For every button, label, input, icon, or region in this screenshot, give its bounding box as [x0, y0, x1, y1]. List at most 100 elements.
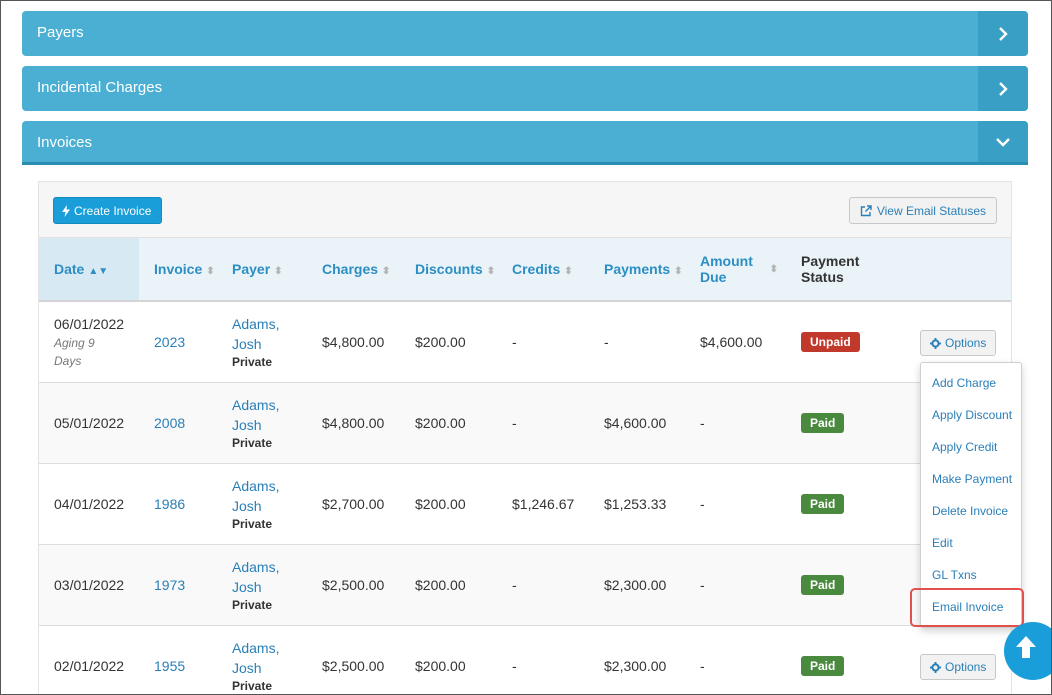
- payer-link-line2[interactable]: Josh: [232, 577, 307, 597]
- chevron-right-icon[interactable]: [978, 66, 1028, 111]
- table-row: 05/01/2022 2008 Adams, Josh Private $4,800…: [39, 382, 1011, 464]
- header-amount-due[interactable]: Amount Due ⬍: [685, 238, 786, 302]
- payer-link-line2[interactable]: Josh: [232, 496, 307, 516]
- cell-invoice: 1955: [139, 625, 217, 695]
- cell-date: 04/01/2022: [39, 463, 139, 545]
- date-value: 05/01/2022: [54, 414, 125, 431]
- table-row: 06/01/2022 Aging 9 Days 2023 Adams, Josh Pri…: [39, 301, 1011, 383]
- cell-date: 03/01/2022: [39, 544, 139, 626]
- chevron-down-icon[interactable]: [978, 121, 1028, 162]
- cell-status: Paid: [786, 625, 905, 695]
- cell-payments: $4,600.00: [589, 382, 685, 464]
- payer-link-line1[interactable]: Adams,: [232, 314, 307, 334]
- invoice-link[interactable]: 1955: [154, 658, 185, 674]
- header-charges-label: Charges: [322, 261, 379, 277]
- menu-item-apply-credit[interactable]: Apply Credit: [932, 440, 997, 454]
- cell-charges: $2,500.00: [307, 544, 400, 626]
- menu-item-make-payment[interactable]: Make Payment: [932, 472, 1012, 486]
- sort-icon: ▲▼: [88, 266, 109, 277]
- payer-type: Private: [232, 679, 273, 693]
- aging-line1: Aging 9: [54, 335, 95, 350]
- menu-item-edit[interactable]: Edit: [932, 536, 953, 550]
- payer-link-line1[interactable]: Adams,: [232, 638, 307, 658]
- invoices-container: Create Invoice View Email Statuses Date ▲…: [38, 181, 1012, 695]
- chevron-right-icon[interactable]: [978, 11, 1028, 56]
- options-label: Options: [945, 660, 987, 674]
- gear-icon: [930, 661, 941, 673]
- invoices-panel: Create Invoice View Email Statuses Date ▲…: [22, 165, 1028, 695]
- header-discounts[interactable]: Discounts ⬍: [400, 238, 497, 302]
- invoice-link[interactable]: 2023: [154, 334, 185, 350]
- cell-payments: $2,300.00: [589, 625, 685, 695]
- external-link-icon: [860, 204, 872, 216]
- cell-credits: -: [497, 382, 589, 464]
- cell-charges: $2,700.00: [307, 463, 400, 545]
- options-button[interactable]: Options: [920, 654, 997, 680]
- sort-icon: ⬍: [486, 266, 496, 277]
- header-charges[interactable]: Charges ⬍: [307, 238, 400, 302]
- cell-payer: Adams, Josh Private: [217, 544, 307, 626]
- cell-payer: Adams, Josh Private: [217, 382, 307, 464]
- cell-discounts: $200.00: [400, 382, 497, 464]
- header-date[interactable]: Date ▲▼: [39, 238, 139, 302]
- cell-invoice: 1973: [139, 544, 217, 626]
- invoice-link[interactable]: 2008: [154, 415, 185, 431]
- sort-icon: ⬍: [206, 266, 215, 277]
- menu-item-add-charge[interactable]: Add Charge: [932, 376, 996, 390]
- cell-date: 05/01/2022: [39, 382, 139, 464]
- invoice-link[interactable]: 1973: [154, 577, 185, 593]
- invoices-accordion-header[interactable]: Invoices: [22, 121, 1028, 165]
- header-credits[interactable]: Credits ⬍: [497, 238, 589, 302]
- date-value: 04/01/2022: [54, 495, 125, 512]
- header-amount-due-line2: Due: [700, 269, 727, 285]
- create-invoice-button[interactable]: Create Invoice: [53, 197, 163, 224]
- payer-link-line2[interactable]: Josh: [232, 415, 307, 435]
- invoices-title: Invoices: [37, 134, 93, 151]
- header-payment-status: Payment Status: [786, 238, 905, 302]
- view-email-statuses-button[interactable]: View Email Statuses: [848, 197, 997, 224]
- menu-item-apply-discount[interactable]: Apply Discount: [932, 408, 1012, 422]
- payer-type: Private: [232, 355, 273, 370]
- payer-link-line2[interactable]: Josh: [232, 658, 307, 678]
- invoice-link[interactable]: 1986: [154, 496, 185, 512]
- cell-date: 06/01/2022 Aging 9 Days: [39, 301, 139, 383]
- arrow-up-icon: [1016, 636, 1036, 658]
- payers-accordion-header[interactable]: Payers: [22, 11, 1028, 56]
- cell-charges: $2,500.00: [307, 625, 400, 695]
- cell-discounts: $200.00: [400, 463, 497, 545]
- sort-icon: ⬍: [674, 266, 683, 277]
- cell-payer: Adams, Josh Private: [217, 463, 307, 545]
- header-payments[interactable]: Payments ⬍: [589, 238, 685, 302]
- cell-payments: $2,300.00: [589, 544, 685, 626]
- cell-payer: Adams, Josh Private: [217, 625, 307, 695]
- cell-credits: -: [497, 544, 589, 626]
- table-row: 03/01/2022 1973 Adams, Josh Private $2,500…: [39, 544, 1011, 626]
- header-payer[interactable]: Payer ⬍: [217, 238, 307, 302]
- payer-link-line1[interactable]: Adams,: [232, 395, 307, 415]
- cell-credits: -: [497, 301, 589, 383]
- header-payer-label: Payer: [232, 261, 271, 277]
- payer-link-line1[interactable]: Adams,: [232, 476, 307, 496]
- incidental-charges-accordion-header[interactable]: Incidental Charges: [22, 66, 1028, 111]
- create-invoice-label: Create Invoice: [74, 203, 152, 218]
- header-discounts-label: Discounts: [415, 261, 483, 277]
- cell-status: Paid: [786, 544, 905, 626]
- status-badge: Paid: [801, 655, 845, 676]
- status-badge: Paid: [801, 574, 845, 595]
- aging-line2: Days: [54, 353, 82, 368]
- payer-link-line1[interactable]: Adams,: [232, 557, 307, 577]
- cell-amount-due: -: [685, 625, 786, 695]
- sort-icon: ⬍: [382, 266, 391, 277]
- header-status-line2: Status: [801, 269, 844, 285]
- payer-link-line2[interactable]: Josh: [232, 334, 307, 354]
- header-invoice[interactable]: Invoice ⬍: [139, 238, 217, 302]
- cell-credits: $1,246.67: [497, 463, 589, 545]
- menu-item-delete-invoice[interactable]: Delete Invoice: [932, 504, 1008, 518]
- table-row: 04/01/2022 1986 Adams, Josh Private $2,700…: [39, 463, 1011, 545]
- cell-amount-due: $4,600.00: [685, 301, 786, 383]
- options-button[interactable]: Options: [920, 330, 997, 356]
- cell-discounts: $200.00: [400, 625, 497, 695]
- menu-item-gl-txns[interactable]: GL Txns: [932, 568, 977, 582]
- status-badge: Paid: [801, 412, 845, 433]
- cell-payments: -: [589, 301, 685, 383]
